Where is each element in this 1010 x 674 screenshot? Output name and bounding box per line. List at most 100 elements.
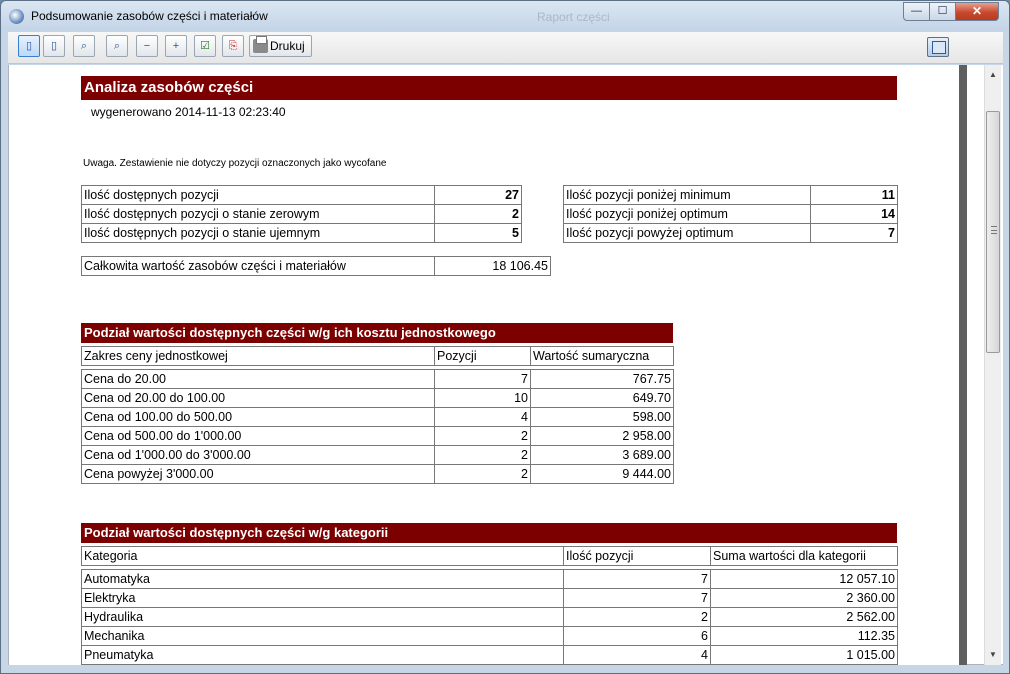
column-header: Pozycji [434, 346, 531, 366]
report-note: Uwaga. Zestawienie nie dotyczy pozycji o… [83, 158, 387, 169]
table-row: Cena od 1'000.00 do 3'000.00 2 3 689.00 [81, 445, 674, 465]
zoom-fit-icon[interactable]: ⌕ [73, 35, 95, 57]
item-count: 7 [563, 569, 711, 589]
item-count: 7 [434, 369, 531, 389]
summary-value: 27 [434, 185, 522, 205]
price-range: Cena do 20.00 [81, 369, 435, 389]
print-button[interactable]: Drukuj [249, 35, 312, 57]
column-header: Suma wartości dla kategorii [710, 546, 898, 566]
zoom-page-icon[interactable]: ⌕ [106, 35, 128, 57]
sum-value: 1 015.00 [710, 645, 898, 665]
column-header: Wartość sumaryczna [530, 346, 674, 366]
summary-value: 7 [810, 223, 898, 243]
zoom-out-icon[interactable]: − [136, 35, 158, 57]
sum-value: 2 562.00 [710, 607, 898, 627]
sum-value: 649.70 [530, 388, 674, 408]
item-count: 6 [563, 626, 711, 646]
category-name: Hydraulika [81, 607, 564, 627]
summary-label: Ilość pozycji poniżej minimum [563, 185, 811, 205]
background-window-title: Raport części [537, 10, 610, 24]
page-shadow [959, 65, 967, 665]
column-header: Kategoria [81, 546, 564, 566]
item-count: 10 [434, 388, 531, 408]
table-row: Ilość dostępnych pozycji o stanie zerowy… [81, 204, 522, 224]
table-header-row: Kategoria Ilość pozycji Suma wartości dl… [81, 546, 898, 566]
category-name: Pneumatyka [81, 645, 564, 665]
restore-window-icon[interactable] [927, 37, 949, 57]
page-last-icon[interactable]: ▯ [43, 35, 65, 57]
close-button[interactable]: ✕ [955, 2, 999, 21]
item-count: 2 [434, 426, 531, 446]
price-range-table: Zakres ceny jednostkowej Pozycji Wartość… [81, 346, 674, 484]
sum-value: 12 057.10 [710, 569, 898, 589]
price-range: Cena od 20.00 do 100.00 [81, 388, 435, 408]
toolbar: ▯ ▯ ⌕ ⌕ − + ☑ ⎘ Drukuj [8, 32, 1003, 64]
table-row: Cena powyżej 3'000.00 2 9 444.00 [81, 464, 674, 484]
item-count: 2 [434, 445, 531, 465]
table-row: Mechanika 6 112.35 [81, 626, 898, 646]
scroll-down-icon[interactable]: ▼ [985, 647, 1001, 663]
title-bar[interactable]: Podsumowanie zasobów części i materiałów… [1, 1, 1009, 31]
total-value: 18 106.45 [434, 256, 551, 276]
table-row: Hydraulika 2 2 562.00 [81, 607, 898, 627]
table-row: Pneumatyka 4 1 015.00 [81, 645, 898, 665]
page-first-icon[interactable]: ▯ [18, 35, 40, 57]
zoom-in-icon[interactable]: + [165, 35, 187, 57]
price-range: Cena od 100.00 do 500.00 [81, 407, 435, 427]
report-title: Analiza zasobów części [81, 76, 897, 100]
pdf-export-icon[interactable]: ⎘ [222, 35, 244, 57]
table-row: Cena od 100.00 do 500.00 4 598.00 [81, 407, 674, 427]
vertical-scrollbar[interactable]: ▲ ▼ [984, 65, 1001, 665]
report-window: Podsumowanie zasobów części i materiałów… [0, 0, 1010, 674]
summary-value: 11 [810, 185, 898, 205]
item-count: 4 [434, 407, 531, 427]
generated-timestamp: wygenerowano 2014-11-13 02:23:40 [91, 105, 286, 119]
sum-value: 3 689.00 [530, 445, 674, 465]
table-row: Ilość dostępnych pozycji o stanie ujemny… [81, 223, 522, 243]
app-icon [9, 9, 24, 24]
printer-icon [253, 36, 268, 53]
price-range: Cena od 500.00 do 1'000.00 [81, 426, 435, 446]
summary-label: Ilość pozycji powyżej optimum [563, 223, 811, 243]
summary-right-table: Ilość pozycji poniżej minimum 11 Ilość p… [563, 185, 898, 243]
sum-value: 767.75 [530, 369, 674, 389]
summary-label: Ilość pozycji poniżej optimum [563, 204, 811, 224]
category-section-title: Podział wartości dostępnych części w/g k… [81, 523, 897, 543]
total-value-table: Całkowita wartość zasobów części i mater… [81, 256, 551, 276]
table-row: Ilość pozycji poniżej optimum 14 [563, 204, 898, 224]
column-header: Zakres ceny jednostkowej [81, 346, 435, 366]
print-label: Drukuj [270, 39, 305, 53]
price-section-title: Podział wartości dostępnych części w/g i… [81, 323, 673, 343]
summary-label: Ilość dostępnych pozycji [81, 185, 435, 205]
table-row: Cena od 500.00 do 1'000.00 2 2 958.00 [81, 426, 674, 446]
item-count: 7 [563, 588, 711, 608]
scroll-up-icon[interactable]: ▲ [985, 67, 1001, 83]
sum-value: 598.00 [530, 407, 674, 427]
scroll-thumb[interactable] [986, 111, 1000, 353]
table-row: Ilość pozycji powyżej optimum 7 [563, 223, 898, 243]
price-range: Cena powyżej 3'000.00 [81, 464, 435, 484]
table-row: Ilość dostępnych pozycji 27 [81, 185, 522, 205]
item-count: 4 [563, 645, 711, 665]
summary-left-table: Ilość dostępnych pozycji 27 Ilość dostęp… [81, 185, 522, 243]
column-header: Ilość pozycji [563, 546, 711, 566]
summary-value: 14 [810, 204, 898, 224]
total-label: Całkowita wartość zasobów części i mater… [81, 256, 435, 276]
summary-value: 2 [434, 204, 522, 224]
category-name: Mechanika [81, 626, 564, 646]
table-row: Elektryka 7 2 360.00 [81, 588, 898, 608]
maximize-button[interactable]: ☐ [929, 2, 956, 21]
sum-value: 112.35 [710, 626, 898, 646]
minimize-button[interactable]: — [903, 2, 930, 21]
checkbox-icon[interactable]: ☑ [194, 35, 216, 57]
grip-icon [991, 226, 997, 234]
sum-value: 2 958.00 [530, 426, 674, 446]
table-row: Ilość pozycji poniżej minimum 11 [563, 185, 898, 205]
table-row: Automatyka 7 12 057.10 [81, 569, 898, 589]
table-row: Cena od 20.00 do 100.00 10 649.70 [81, 388, 674, 408]
summary-label: Ilość dostępnych pozycji o stanie zerowy… [81, 204, 435, 224]
table-row: Całkowita wartość zasobów części i mater… [81, 256, 551, 276]
summary-label: Ilość dostępnych pozycji o stanie ujemny… [81, 223, 435, 243]
category-name: Elektryka [81, 588, 564, 608]
summary-value: 5 [434, 223, 522, 243]
